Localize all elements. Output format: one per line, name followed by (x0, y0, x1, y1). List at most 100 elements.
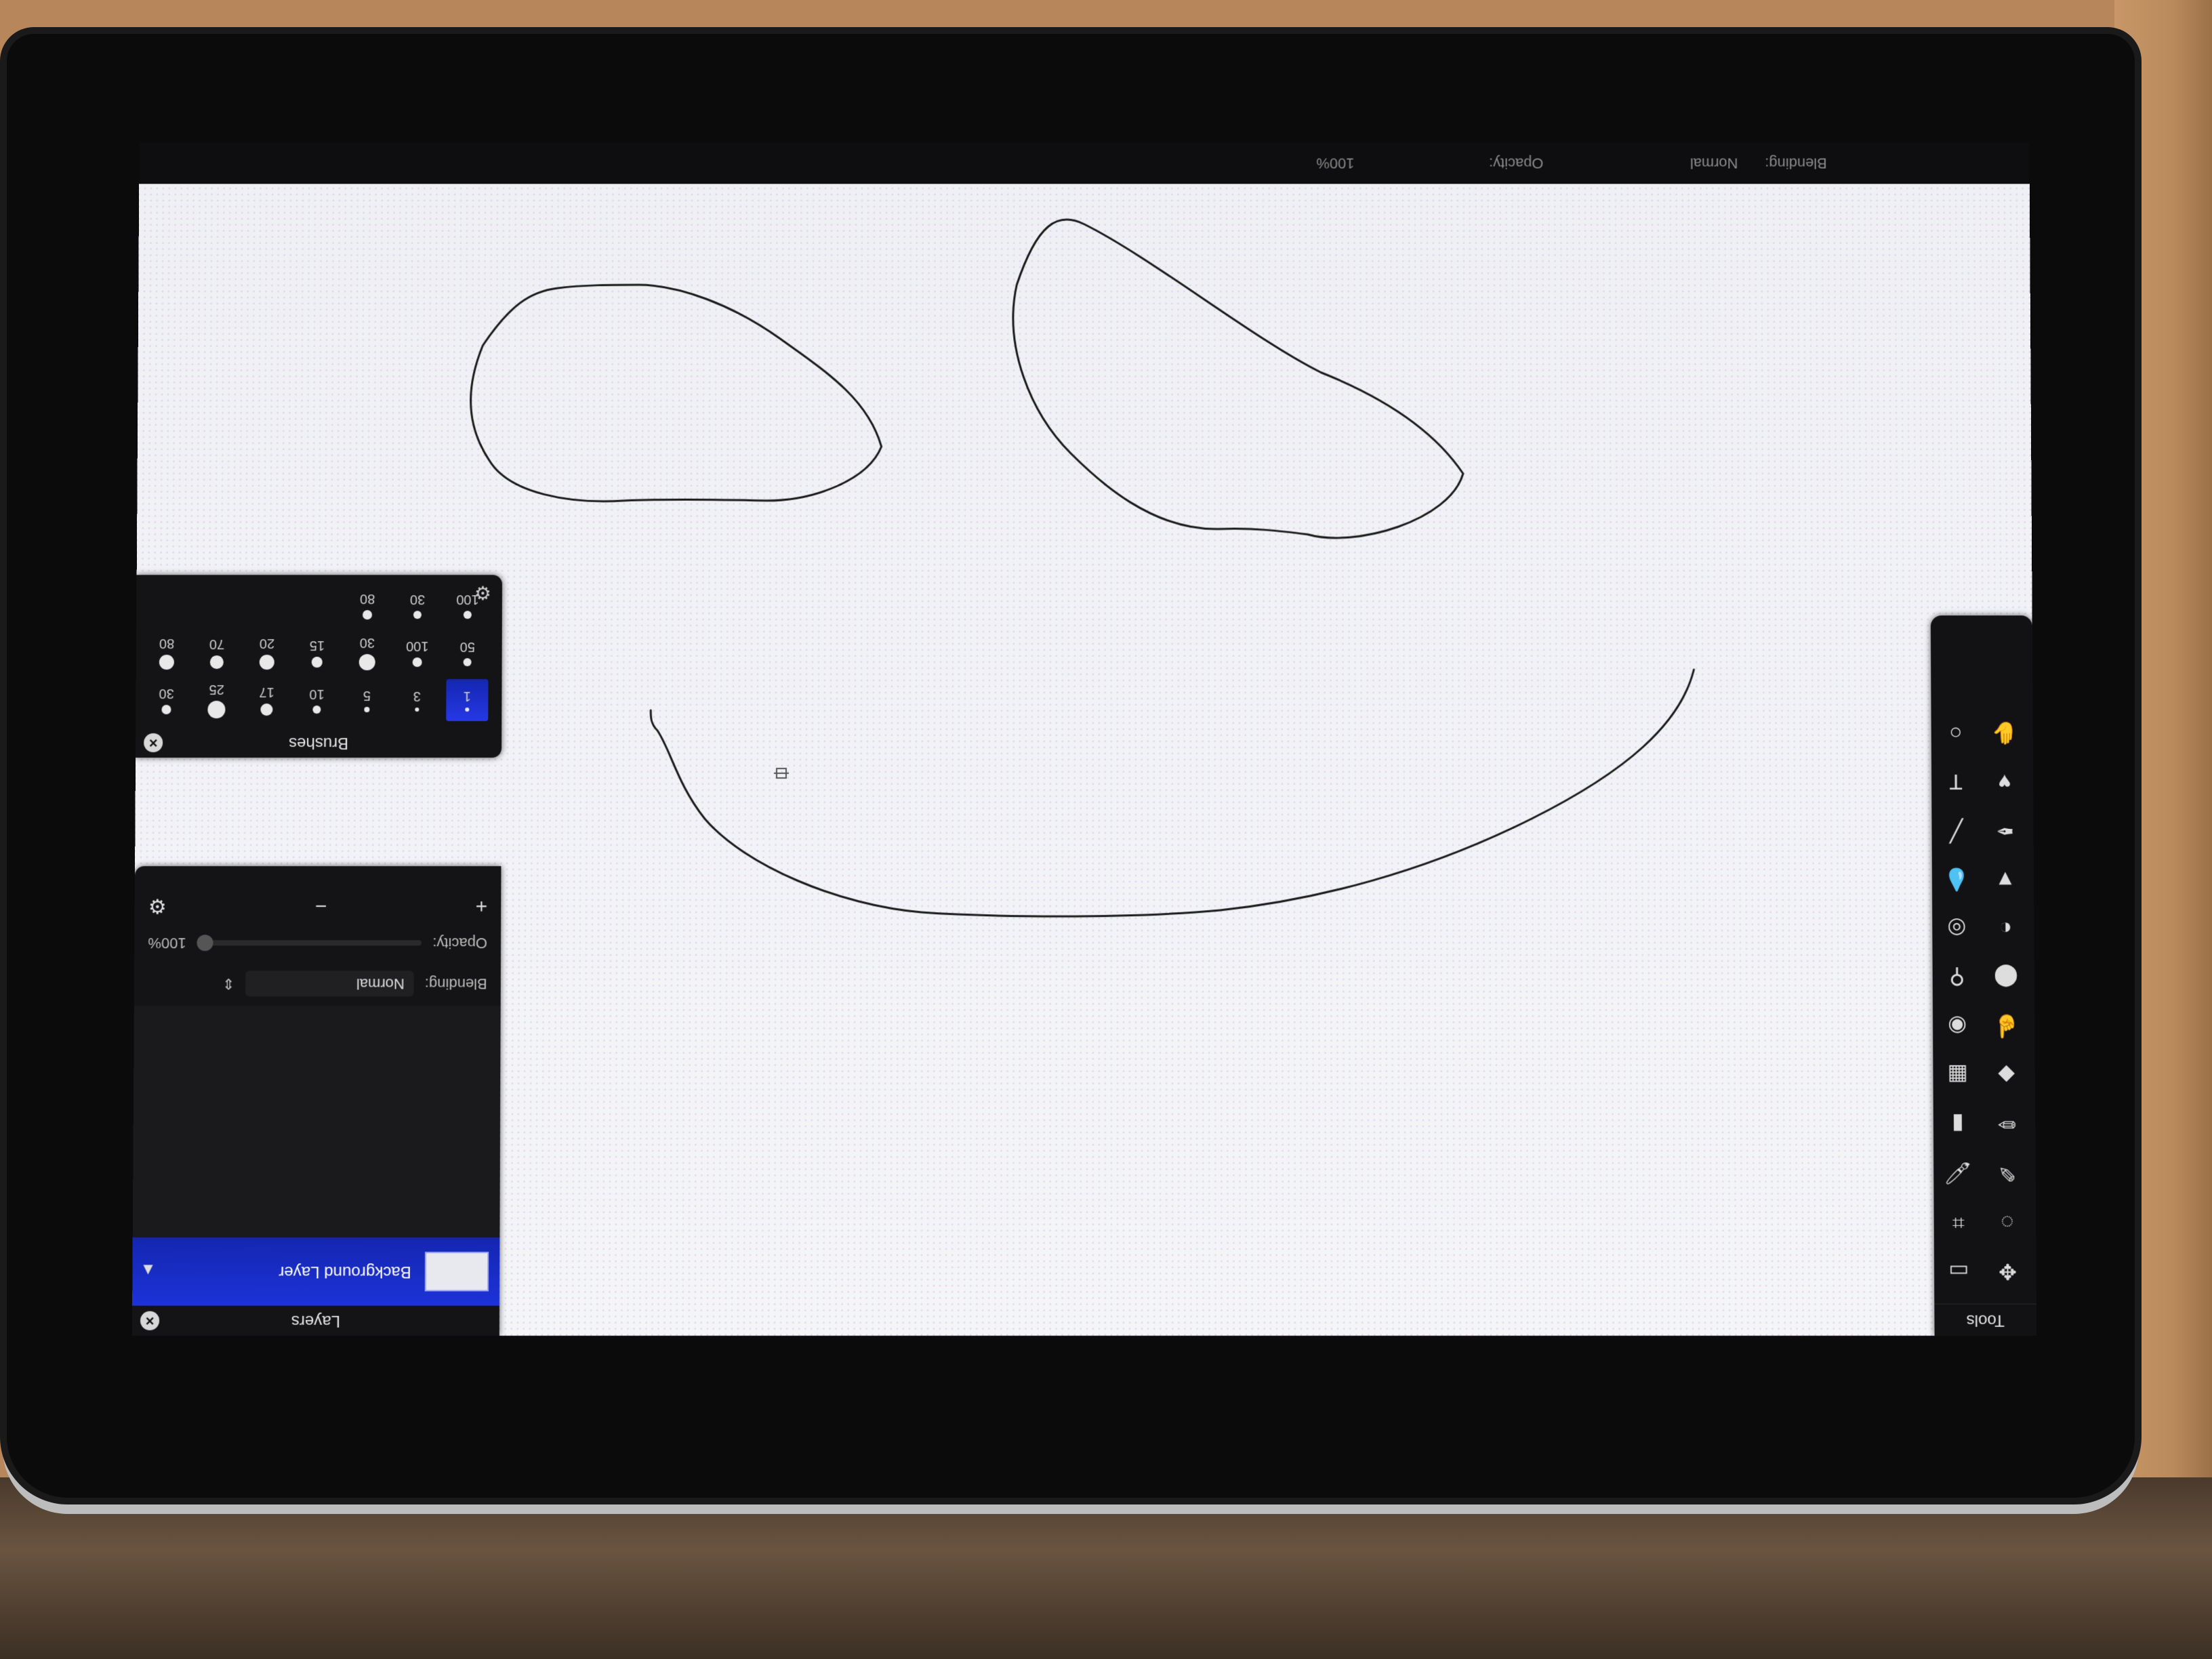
text-icon[interactable]: T (1936, 762, 1976, 802)
smudge-icon[interactable]: ☝ (1986, 1007, 2026, 1046)
tools-grid: ✥ ▭ ◌ ⌗ ✎ 🖌 ✏ ▮ ◆ ▦ ☝ ◉ ⬤ ⚲ ◐ ◎ ▼ 💧 ✒ ╱ ♥ T ✋ ○ (1931, 701, 2036, 1304)
burn-icon[interactable]: ⬤ (1986, 958, 2026, 997)
sharpen-icon[interactable]: ▼ (1985, 860, 2026, 899)
red-eye-icon[interactable]: ◎ (1936, 909, 1977, 948)
lasso-icon[interactable]: ◌ (1987, 1203, 2028, 1242)
room-reflection (0, 1477, 2212, 1659)
hand-icon[interactable]: ✋ (1984, 714, 2025, 753)
remove-layer-button[interactable]: − (315, 895, 327, 918)
brush-tip-preview (161, 705, 171, 715)
brush-preset[interactable]: 30 (396, 584, 438, 626)
brush-tip-preview (364, 708, 369, 713)
dodge-icon[interactable]: ⚲ (1937, 958, 1978, 997)
brush-size-label: 100 (406, 638, 428, 654)
brush-size-label: 10 (309, 687, 324, 702)
brush-size-label: 5 (363, 688, 371, 703)
monitor-screen: Tools ✥ ▭ ◌ ⌗ ✎ 🖌 ✏ ▮ ◆ ▦ ☝ ◉ ⬤ ⚲ ◐ ◎ ▼ 💧 ✒ ╱ ♥ T ✋ ○ Layers × … (132, 184, 2037, 1349)
brushes-panel-header: Brushes × (136, 728, 501, 758)
slider-knob[interactable] (197, 935, 213, 951)
brush-tip-preview (312, 657, 323, 668)
brush-tip-preview (413, 658, 422, 668)
brush-preset[interactable]: 80 (146, 632, 188, 674)
crop-icon[interactable]: ⌗ (1938, 1203, 1980, 1242)
clone-icon[interactable]: ◐ (1985, 909, 2026, 948)
line-icon[interactable]: ╱ (1936, 811, 1976, 851)
pencil-icon[interactable]: ✏ (1986, 1105, 2027, 1144)
tools-panel-title: Tools (1934, 1304, 2036, 1336)
brush-tip-preview (464, 611, 472, 619)
brush-size-label: 80 (159, 636, 174, 651)
sponge-icon[interactable]: ◉ (1937, 1007, 1978, 1046)
brush-preset[interactable]: 30 (346, 632, 388, 674)
layer-thumbnail (425, 1252, 489, 1291)
brush-size-label: 25 (209, 682, 224, 697)
brush-preset[interactable]: 30 (145, 679, 187, 721)
eyedropper-icon[interactable]: ✎ (1986, 1153, 2028, 1193)
layers-toolbar: + − ⚙ (135, 887, 501, 924)
cursor-crosshair-icon (774, 769, 789, 778)
brush-size-label: 30 (360, 635, 375, 651)
brush-preset[interactable]: 80 (346, 584, 388, 626)
brush-preset[interactable]: 100 (396, 632, 438, 674)
brush-preset[interactable]: 5 (346, 679, 388, 721)
brush-preset[interactable]: 50 (447, 632, 489, 674)
layer-opacity-value: 100% (148, 934, 186, 951)
tools-panel: Tools ✥ ▭ ◌ ⌗ ✎ 🖌 ✏ ▮ ◆ ▦ ☝ ◉ ⬤ ⚲ ◐ ◎ ▼ 💧 ✒ ╱ ♥ T ✋ ○ (1931, 615, 2036, 1336)
status-blending: Blending: Normal (1690, 155, 1827, 172)
layer-blending-select[interactable]: Normal (245, 970, 414, 996)
zoom-icon[interactable]: ○ (1936, 714, 1976, 753)
brush-preset[interactable]: 25 (195, 679, 237, 721)
layer-opacity-slider[interactable] (197, 940, 422, 945)
layers-panel: Layers × Background Layer ▴ Blending: No… (132, 866, 501, 1336)
brush-tip-preview (363, 611, 372, 620)
brush-tip-preview (359, 655, 375, 671)
brush-tip-preview (415, 708, 419, 712)
add-layer-button[interactable]: + (476, 895, 488, 918)
status-blending-value[interactable]: Normal (1690, 155, 1738, 172)
brushes-close-icon[interactable]: × (144, 733, 163, 752)
blur-icon[interactable]: 💧 (1936, 860, 1977, 899)
brush-preset[interactable]: 17 (245, 679, 287, 721)
brushes-panel-title: Brushes (289, 734, 348, 752)
layers-settings-gear-icon[interactable]: ⚙ (148, 894, 167, 918)
layers-panel-title: Layers (291, 1312, 340, 1330)
canvas-stroke-left-blob (1013, 220, 1463, 538)
brush-preset[interactable]: 70 (196, 632, 238, 674)
brush-icon[interactable]: 🖌 (1938, 1153, 1978, 1193)
fill-icon[interactable]: ◆ (1986, 1056, 2026, 1095)
brush-tip-preview (465, 708, 469, 712)
brush-tip-preview (413, 611, 422, 619)
chevron-updown-icon[interactable]: ⇕ (222, 975, 235, 992)
rect-select-icon[interactable]: ▭ (1938, 1252, 1980, 1291)
brush-tip-preview (260, 704, 272, 716)
move-icon[interactable]: ✥ (1987, 1252, 2028, 1291)
brush-preset[interactable]: 15 (296, 632, 338, 674)
layer-opacity-label: Opacity: (432, 934, 487, 951)
layer-row[interactable]: Background Layer ▴ (132, 1237, 499, 1306)
brush-size-label: 15 (310, 638, 325, 653)
layers-close-icon[interactable]: × (140, 1311, 159, 1330)
gradient-icon[interactable]: ▦ (1937, 1056, 1978, 1095)
canvas-stroke-right-blob (470, 285, 882, 501)
layer-visibility-icon[interactable]: ▴ (143, 1261, 152, 1283)
brush-preset[interactable]: 1 (446, 679, 488, 721)
brush-tip-preview (159, 655, 174, 670)
brush-preset[interactable]: 3 (396, 679, 438, 721)
status-bar: Blending: Normal Opacity: 100% (139, 142, 2030, 183)
brushes-settings-gear-icon[interactable]: ⚙ (474, 581, 491, 604)
eraser-icon[interactable]: ▮ (1938, 1105, 1978, 1144)
status-opacity-value: 100% (1316, 155, 1354, 172)
brush-tip-preview (210, 656, 224, 670)
brushes-panel: Brushes × 1 3 5 10 17 25 30 50 100 30 15 20 70 80 100 3… (136, 575, 502, 758)
layer-name: Background Layer (167, 1262, 411, 1281)
app-window: Tools ✥ ▭ ◌ ⌗ ✎ 🖌 ✏ ▮ ◆ ▦ ☝ ◉ ⬤ ⚲ ◐ ◎ ▼ 💧 ✒ ╱ ♥ T ✋ ○ Layers × … (132, 184, 2036, 1336)
brush-tip-preview (312, 706, 321, 714)
shape-icon[interactable]: ♥ (1984, 762, 2025, 802)
brush-preset[interactable]: 20 (246, 632, 288, 674)
layers-list-empty-area (133, 1006, 501, 1237)
brush-preset[interactable]: 10 (295, 679, 337, 721)
pen-icon[interactable]: ✒ (1984, 811, 2025, 851)
brush-tip-preview (207, 701, 225, 719)
status-blending-label: Blending: (1765, 155, 1827, 172)
status-opacity-label: Opacity: (1489, 155, 1543, 172)
